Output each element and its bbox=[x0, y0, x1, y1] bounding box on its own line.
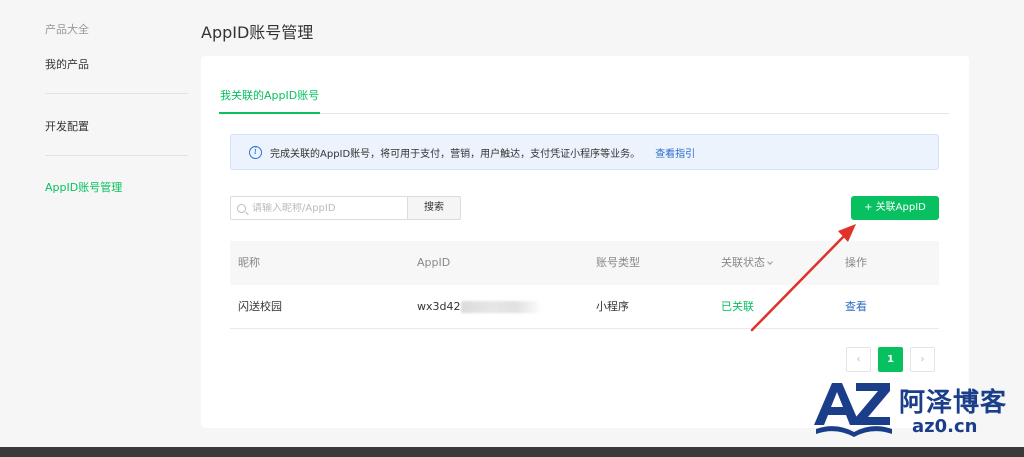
watermark-sub: az0.cn bbox=[912, 416, 978, 437]
sidebar-item-dev-config[interactable]: 开发配置 bbox=[45, 118, 89, 134]
header-action: 操作 bbox=[845, 256, 867, 269]
sidebar-divider bbox=[45, 155, 188, 156]
pagination: ‹ 1 › bbox=[846, 347, 935, 372]
row-status: 已关联 bbox=[721, 300, 754, 313]
page-title: AppID账号管理 bbox=[201, 23, 314, 42]
row-appid-cell: wx3d42 bbox=[417, 285, 540, 329]
sidebar-divider bbox=[45, 93, 188, 94]
table-row: 闪送校园 wx3d42 小程序 已关联 查看 bbox=[230, 285, 939, 329]
header-appid: AppID bbox=[417, 256, 451, 269]
bottom-bar bbox=[0, 447, 1024, 457]
prev-page-button[interactable]: ‹ bbox=[846, 347, 871, 372]
header-link-status[interactable]: 关联状态 bbox=[721, 241, 773, 285]
row-account-type: 小程序 bbox=[596, 300, 629, 313]
search-input[interactable] bbox=[252, 202, 392, 214]
table-header: 昵称 AppID 账号类型 关联状态 操作 bbox=[230, 241, 939, 285]
tab-bar: 我关联的AppID账号 bbox=[219, 86, 949, 114]
row-appid: wx3d42 bbox=[417, 300, 461, 313]
next-page-button[interactable]: › bbox=[910, 347, 935, 372]
sidebar: 产品大全 我的产品 开发配置 AppID账号管理 bbox=[0, 0, 200, 447]
search-button[interactable]: 搜索 bbox=[407, 196, 461, 220]
header-account-type: 账号类型 bbox=[596, 256, 640, 269]
sidebar-group-title: 产品大全 bbox=[45, 23, 89, 36]
info-notice: i 完成关联的AppID账号，将可用于支付，营销，用户触达，支付凭证小程序等业务… bbox=[230, 134, 939, 170]
notice-text: 完成关联的AppID账号，将可用于支付，营销，用户触达，支付凭证小程序等业务。 bbox=[270, 148, 641, 160]
tab-linked-appid[interactable]: 我关联的AppID账号 bbox=[219, 86, 321, 114]
redaction-blur bbox=[461, 301, 540, 313]
watermark: 阿泽博客 az0.cn bbox=[812, 379, 1022, 441]
row-view-link[interactable]: 查看 bbox=[845, 285, 867, 329]
view-guide-link[interactable]: 查看指引 bbox=[655, 145, 695, 160]
page-button-current[interactable]: 1 bbox=[878, 347, 903, 372]
watermark-title: 阿泽博客 bbox=[899, 388, 1008, 418]
sidebar-item-my-products[interactable]: 我的产品 bbox=[45, 56, 89, 72]
link-appid-button[interactable]: + 关联AppID bbox=[851, 196, 939, 220]
search-icon bbox=[237, 203, 246, 213]
row-nickname: 闪送校园 bbox=[238, 300, 282, 313]
main-card: 我关联的AppID账号 i 完成关联的AppID账号，将可用于支付，营销，用户触… bbox=[201, 56, 969, 428]
header-link-status-label: 关联状态 bbox=[721, 256, 765, 269]
header-nickname: 昵称 bbox=[238, 256, 260, 269]
page: 产品大全 我的产品 开发配置 AppID账号管理 AppID账号管理 我关联的A… bbox=[0, 0, 1024, 457]
search-field[interactable] bbox=[230, 196, 408, 220]
appid-table: 昵称 AppID 账号类型 关联状态 操作 闪送校园 wx3d42 小程序 已关… bbox=[230, 241, 939, 329]
info-icon: i bbox=[249, 145, 262, 159]
chevron-down-icon bbox=[767, 259, 773, 265]
az-logo-icon bbox=[814, 383, 892, 437]
sidebar-item-appid-management[interactable]: AppID账号管理 bbox=[45, 179, 122, 195]
